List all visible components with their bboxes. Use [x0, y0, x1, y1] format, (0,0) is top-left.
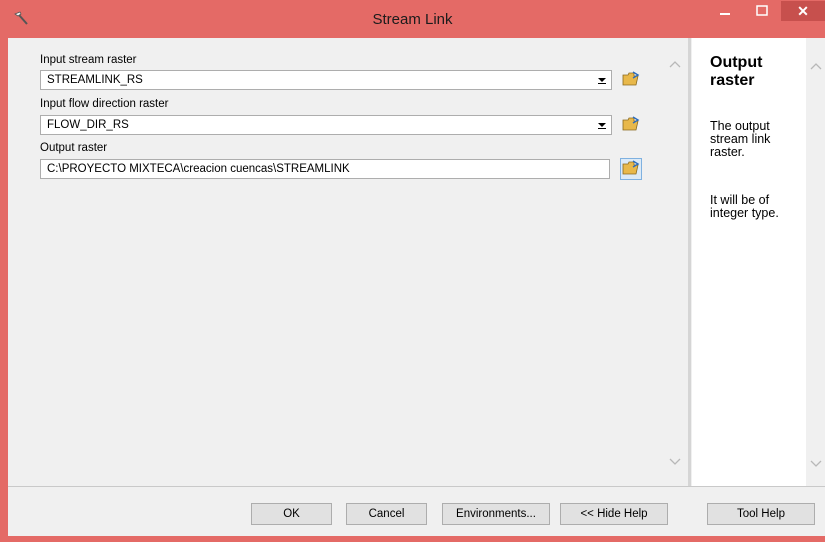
browse-output-button[interactable]	[620, 158, 642, 180]
chevron-up-icon[interactable]	[809, 60, 823, 70]
window-title: Stream Link	[372, 11, 453, 28]
browse-input-flowdir-button[interactable]	[620, 114, 642, 136]
input-flowdir-combo[interactable]: FLOW_DIR_RS	[40, 115, 612, 135]
input-stream-combo[interactable]: STREAMLINK_RS	[40, 70, 612, 90]
chevron-down-icon[interactable]	[668, 456, 682, 466]
maximize-button[interactable]	[745, 1, 779, 21]
close-button[interactable]: ✕	[781, 1, 825, 21]
input-flowdir-label: Input flow direction raster	[40, 98, 169, 110]
output-raster-value: C:\PROYECTO MIXTECA\creacion cuencas\STR…	[47, 163, 350, 175]
parameters-scrollbar[interactable]	[663, 38, 687, 468]
help-title: Output raster	[710, 54, 763, 89]
stream-link-dialog: Stream Link ✕ Input stream raster STREAM…	[0, 0, 825, 542]
panel-splitter[interactable]	[688, 38, 691, 486]
cancel-button[interactable]: Cancel	[346, 503, 427, 525]
dialog-body: Input stream raster STREAMLINK_RS Input …	[8, 38, 825, 536]
chevron-up-icon[interactable]	[668, 58, 682, 68]
open-folder-icon	[622, 70, 640, 90]
browse-input-stream-button[interactable]	[620, 69, 642, 91]
help-panel: Output raster The output stream link ras…	[692, 38, 806, 486]
open-folder-icon	[622, 159, 640, 179]
hide-help-button[interactable]: << Hide Help	[560, 503, 668, 525]
input-flowdir-value: FLOW_DIR_RS	[47, 119, 129, 131]
open-folder-icon	[622, 115, 640, 135]
output-raster-label: Output raster	[40, 142, 108, 154]
input-stream-value: STREAMLINK_RS	[47, 74, 143, 86]
help-paragraph-1: The output stream link raster.	[710, 119, 771, 159]
help-paragraph-2: It will be of integer type.	[710, 193, 779, 220]
minimize-button[interactable]	[708, 1, 742, 21]
environments-button[interactable]: Environments...	[442, 503, 550, 525]
title-bar[interactable]: Stream Link ✕	[0, 0, 825, 38]
help-scrollbar[interactable]	[806, 38, 825, 486]
tool-help-button[interactable]: Tool Help	[707, 503, 815, 525]
close-icon: ✕	[797, 3, 809, 19]
chevron-down-icon[interactable]	[809, 458, 823, 468]
output-raster-input[interactable]: C:\PROYECTO MIXTECA\creacion cuencas\STR…	[40, 159, 610, 179]
input-stream-label: Input stream raster	[40, 54, 137, 66]
chevron-down-icon[interactable]	[593, 116, 611, 134]
ok-button[interactable]: OK	[251, 503, 332, 525]
chevron-down-icon[interactable]	[593, 71, 611, 89]
parameters-panel: Input stream raster STREAMLINK_RS Input …	[8, 38, 688, 486]
divider	[8, 486, 825, 487]
